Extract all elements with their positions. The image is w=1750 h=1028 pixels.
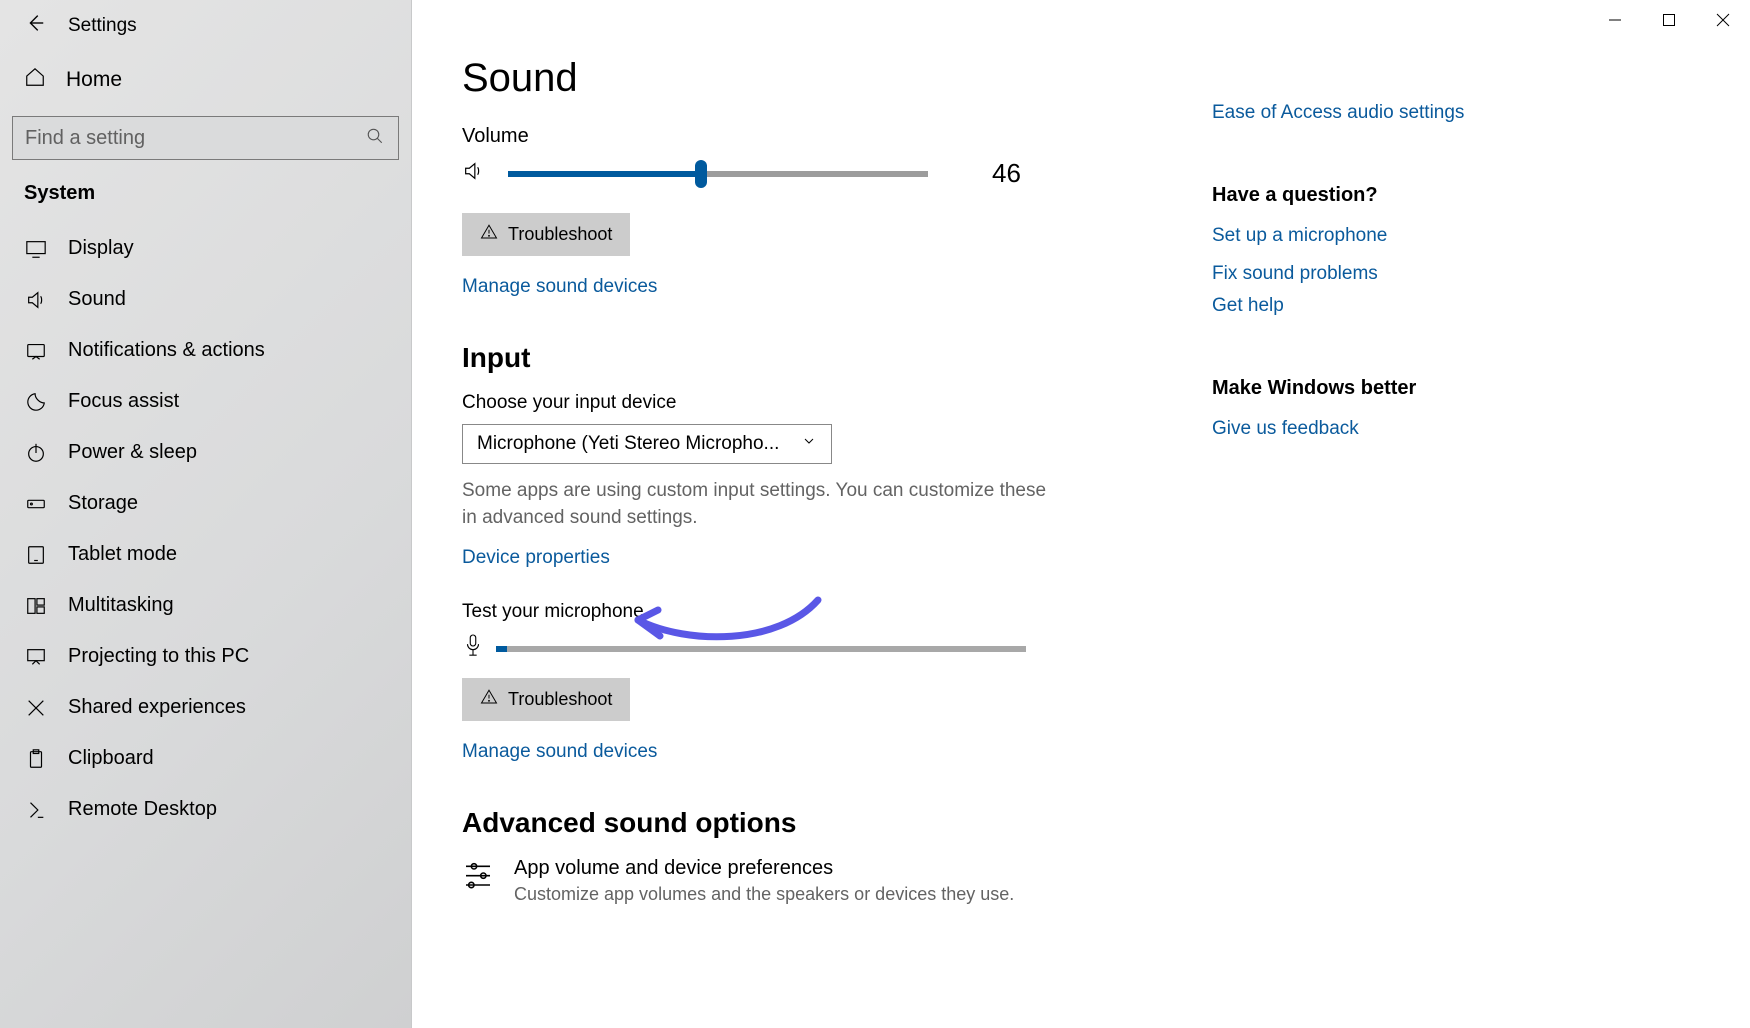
- remote-icon: [24, 799, 48, 821]
- nav-focus-assist[interactable]: Focus assist: [0, 376, 411, 427]
- nav-multitasking[interactable]: Multitasking: [0, 580, 411, 631]
- volume-value: 46: [992, 158, 1021, 189]
- nav-label: Tablet mode: [68, 543, 177, 566]
- have-question-heading: Have a question?: [1212, 184, 1464, 207]
- notifications-icon: [24, 340, 48, 362]
- input-device-dropdown[interactable]: Microphone (Yeti Stereo Micropho...: [462, 424, 832, 464]
- troubleshoot-input-button[interactable]: Troubleshoot: [462, 678, 630, 721]
- nav-remote-desktop[interactable]: Remote Desktop: [0, 784, 411, 835]
- choose-input-label: Choose your input device: [462, 392, 1142, 414]
- back-button[interactable]: [24, 12, 46, 40]
- nav-label: Notifications & actions: [68, 339, 265, 362]
- sound-icon: [24, 289, 48, 311]
- multitasking-icon: [24, 595, 48, 617]
- ease-of-access-link[interactable]: Ease of Access audio settings: [1212, 102, 1464, 124]
- nav-label: Sound: [68, 288, 126, 311]
- maximize-button[interactable]: [1642, 0, 1696, 40]
- sidebar-section-label: System: [0, 182, 411, 223]
- get-help-link[interactable]: Get help: [1212, 295, 1464, 317]
- nav-label: Focus assist: [68, 390, 179, 413]
- test-mic-label: Test your microphone: [462, 601, 1142, 623]
- nav-label: Display: [68, 237, 134, 260]
- app-volume-preferences[interactable]: App volume and device preferences Custom…: [462, 857, 1142, 905]
- search-input[interactable]: [25, 127, 366, 150]
- custom-input-note: Some apps are using custom input setting…: [462, 478, 1052, 531]
- search-input-container[interactable]: [12, 116, 399, 160]
- nav-home[interactable]: Home: [0, 54, 411, 116]
- right-panel: Ease of Access audio settings Have a que…: [1142, 56, 1464, 1028]
- volume-slider[interactable]: [508, 171, 928, 177]
- nav-display[interactable]: Display: [0, 223, 411, 274]
- manage-devices-link-input[interactable]: Manage sound devices: [462, 741, 657, 763]
- fix-sound-link[interactable]: Fix sound problems: [1212, 263, 1464, 285]
- projecting-icon: [24, 646, 48, 668]
- volume-label: Volume: [462, 125, 1142, 148]
- sidebar: Settings Home System Display Sound Notif…: [0, 0, 412, 1028]
- nav-label: Remote Desktop: [68, 798, 217, 821]
- chevron-down-icon: [801, 433, 817, 455]
- manage-devices-link-output[interactable]: Manage sound devices: [462, 276, 657, 298]
- setup-microphone-link[interactable]: Set up a microphone: [1212, 225, 1464, 247]
- device-properties-link[interactable]: Device properties: [462, 547, 610, 569]
- page-title: Sound: [462, 56, 1142, 101]
- make-windows-better-heading: Make Windows better: [1212, 377, 1464, 400]
- button-label: Troubleshoot: [508, 224, 612, 245]
- nav-shared-experiences[interactable]: Shared experiences: [0, 682, 411, 733]
- nav-projecting[interactable]: Projecting to this PC: [0, 631, 411, 682]
- display-icon: [24, 238, 48, 260]
- power-icon: [24, 442, 48, 464]
- nav-tablet-mode[interactable]: Tablet mode: [0, 529, 411, 580]
- tablet-icon: [24, 544, 48, 566]
- shared-icon: [24, 697, 48, 719]
- minimize-button[interactable]: [1588, 0, 1642, 40]
- dropdown-value: Microphone (Yeti Stereo Micropho...: [477, 433, 779, 455]
- advanced-heading: Advanced sound options: [462, 807, 1142, 839]
- warning-icon: [480, 688, 498, 711]
- button-label: Troubleshoot: [508, 689, 612, 710]
- adv-item-title: App volume and device preferences: [514, 857, 1014, 880]
- input-heading: Input: [462, 342, 1142, 374]
- window-title: Settings: [68, 15, 137, 37]
- nav-notifications[interactable]: Notifications & actions: [0, 325, 411, 376]
- nav-label: Multitasking: [68, 594, 174, 617]
- warning-icon: [480, 223, 498, 246]
- sliders-icon: [462, 857, 494, 894]
- nav-home-label: Home: [66, 68, 122, 92]
- focus-assist-icon: [24, 391, 48, 413]
- nav-power-sleep[interactable]: Power & sleep: [0, 427, 411, 478]
- nav-clipboard[interactable]: Clipboard: [0, 733, 411, 784]
- troubleshoot-output-button[interactable]: Troubleshoot: [462, 213, 630, 256]
- close-button[interactable]: [1696, 0, 1750, 40]
- nav-label: Power & sleep: [68, 441, 197, 464]
- volume-icon: [462, 160, 484, 187]
- nav-label: Shared experiences: [68, 696, 246, 719]
- search-icon: [366, 127, 384, 150]
- nav-sound[interactable]: Sound: [0, 274, 411, 325]
- storage-icon: [24, 493, 48, 515]
- adv-item-sub: Customize app volumes and the speakers o…: [514, 884, 1014, 905]
- nav-label: Clipboard: [68, 747, 154, 770]
- give-feedback-link[interactable]: Give us feedback: [1212, 418, 1464, 440]
- home-icon: [24, 66, 46, 94]
- microphone-icon: [462, 633, 484, 664]
- nav-label: Storage: [68, 492, 138, 515]
- nav-storage[interactable]: Storage: [0, 478, 411, 529]
- nav-label: Projecting to this PC: [68, 645, 249, 668]
- clipboard-icon: [24, 748, 48, 770]
- mic-level-meter: [496, 646, 1026, 652]
